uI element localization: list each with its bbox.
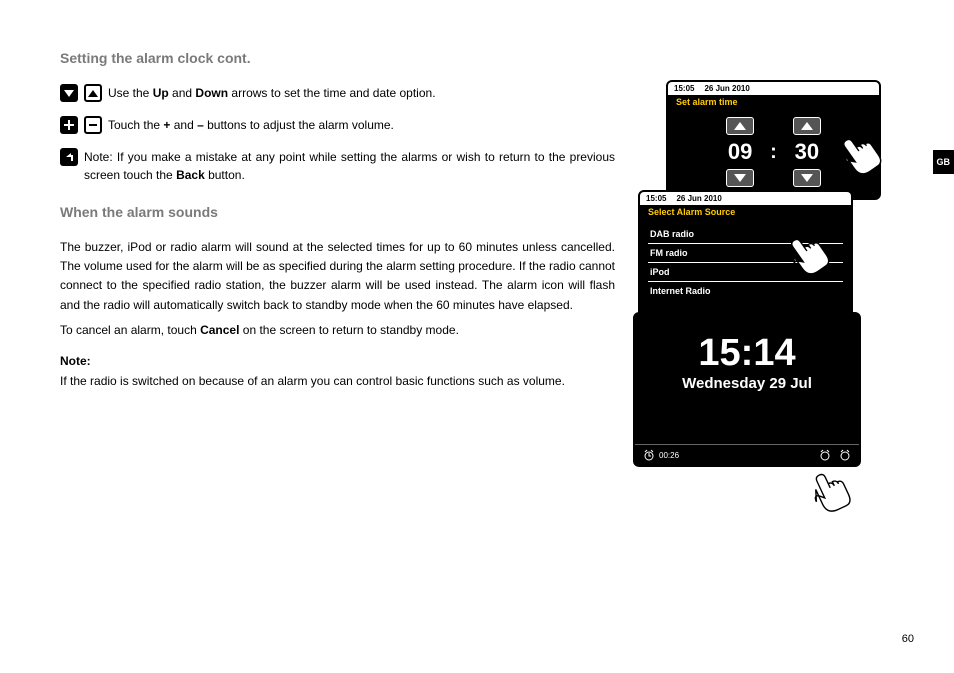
down-arrow-icon [60,84,78,102]
alarm-source-item[interactable]: Internet Radio [648,282,843,300]
alarm-source-item[interactable]: iPod [648,263,843,282]
minute-value: 30 [795,139,819,165]
bold: Back [176,168,205,182]
body-paragraph: The buzzer, iPod or radio alarm will sou… [60,238,615,315]
minus-icon [84,116,102,134]
language-tab: GB [933,150,954,174]
standby-date: Wednesday 29 Jul [635,375,859,392]
minute-up-button[interactable] [793,117,821,135]
minute-down-button[interactable] [793,169,821,187]
text: To cancel an alarm, touch [60,323,200,337]
alarm-source-item[interactable]: DAB radio [648,225,843,244]
screen-header: Select Alarm Source [640,205,851,221]
text: Note: If you make a mistake at any point… [84,150,615,182]
hour-value: 09 [728,139,752,165]
footer-time: 00:26 [659,451,679,460]
text: button. [205,168,245,182]
text: and [170,118,197,132]
status-time: 15:05 [646,194,666,203]
bold: Down [195,86,228,100]
alarm-icon[interactable] [819,449,831,461]
screen-set-alarm-time: 15:05 26 Jun 2010 Set alarm time 09 : 30 [666,80,881,200]
hour-down-button[interactable] [726,169,754,187]
pointer-hand-icon [804,468,857,521]
alarm-icon[interactable] [839,449,851,461]
up-arrow-icon [84,84,102,102]
text: and [169,86,196,100]
hour-up-button[interactable] [726,117,754,135]
instruction-updown: Use the Up and Down arrows to set the ti… [60,84,615,102]
body-paragraph: To cancel an alarm, touch Cancel on the … [60,321,615,340]
note-label: Note: [60,354,615,368]
text: Touch the [108,118,163,132]
text: on the screen to return to standby mode. [239,323,458,337]
screen-header: Set alarm time [668,95,879,111]
instruction-plusminus: Touch the + and – buttons to adjust the … [60,116,615,134]
section-title-sounds: When the alarm sounds [60,204,615,220]
back-icon [60,148,78,166]
text: arrows to set the time and date option. [228,86,435,100]
section-title-setting: Setting the alarm clock cont. [60,50,615,66]
time-colon: : [770,141,777,164]
device-screens: 15:05 26 Jun 2010 Set alarm time 09 : 30 [638,80,898,500]
status-date: 26 Jun 2010 [704,84,749,93]
bold: Cancel [200,323,239,337]
instruction-back: Note: If you make a mistake at any point… [60,148,615,184]
bold: Up [153,86,169,100]
bold: – [197,118,204,132]
text: buttons to adjust the alarm volume. [204,118,394,132]
alarm-clock-icon [643,449,655,461]
plus-icon [60,116,78,134]
alarm-source-item[interactable]: FM radio [648,244,843,263]
screen-standby-clock: 15:14 Wednesday 29 Jul 00:26 [633,312,861,467]
standby-time: 15:14 [635,332,859,375]
page-number: 60 [902,633,914,645]
status-date: 26 Jun 2010 [676,194,721,203]
status-time: 15:05 [674,84,694,93]
note-text: If the radio is switched on because of a… [60,372,615,391]
text: Use the [108,86,153,100]
screen-select-alarm-source: 15:05 26 Jun 2010 Select Alarm Source DA… [638,190,853,318]
